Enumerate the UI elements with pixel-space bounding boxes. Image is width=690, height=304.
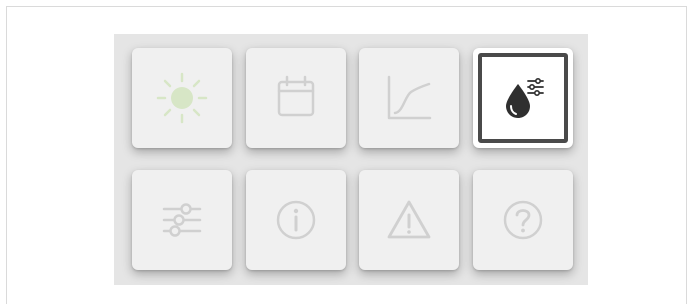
calendar-icon [277,75,315,117]
sliders-icon [162,203,202,237]
sun-icon [156,72,208,124]
tile-calendar[interactable] [246,48,346,148]
tile-help[interactable] [473,170,573,270]
selection-indicator [478,53,568,143]
info-icon [276,200,316,240]
tile-sun[interactable] [132,48,232,148]
help-icon [503,200,543,240]
chart-line-icon [387,75,432,120]
menu-panel [114,34,588,285]
tile-warning[interactable] [359,170,459,270]
warning-icon [387,200,431,239]
tile-sliders[interactable] [132,170,232,270]
tile-info[interactable] [246,170,346,270]
tile-chart[interactable] [359,48,459,148]
tile-water-settings[interactable] [473,48,573,148]
